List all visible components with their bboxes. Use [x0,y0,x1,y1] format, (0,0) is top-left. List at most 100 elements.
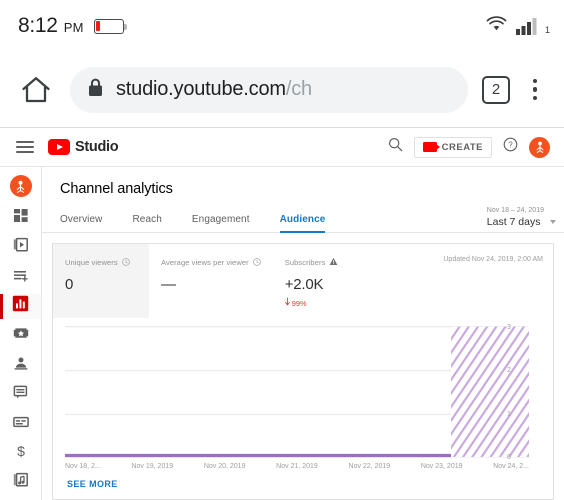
sidebar-item-editor[interactable] [0,324,41,348]
metrics-row: Unique viewers 0 Average views per viewe… [53,244,553,318]
youtube-studio-app: Studio CREATE ? $ Channel analytics Over… [0,128,564,500]
x-tick: Nov 23, 2019 [420,463,463,470]
x-axis-labels: Nov 18, 2... Nov 19, 2019 Nov 20, 2019 N… [53,461,553,470]
playlist-add-icon [13,267,29,288]
date-range-dates: Nov 18 – 24, 2019 [486,207,544,214]
analytics-tabs: Overview Reach Engagement Audience [60,208,340,233]
y-tick: 3 [507,324,511,331]
sidebar-item-playlists[interactable] [0,265,41,289]
video-camera-icon [422,142,441,152]
signal-sub-label: 1 [544,24,550,35]
metric-header: Unique viewers [65,253,137,271]
help-circle-icon[interactable]: ? [503,137,518,157]
metric-value: — [161,276,176,293]
create-button[interactable]: CREATE [413,136,492,158]
svg-text:$: $ [17,443,25,459]
x-tick: Nov 24, 2... [493,463,529,470]
studio-header: Studio CREATE ? [0,128,564,167]
sidebar-item-comments[interactable] [0,382,41,406]
x-tick: Nov 20, 2019 [203,463,246,470]
home-icon[interactable] [16,70,56,110]
sidebar-item-dashboard[interactable] [0,206,41,230]
x-tick: Nov 19, 2019 [131,463,174,470]
app-body: $ Channel analytics Overview Reach Engag… [0,167,564,500]
kebab-menu-icon[interactable] [520,78,550,101]
sidebar-item-monetization[interactable]: $ [0,441,41,465]
header-actions: CREATE ? [388,136,554,158]
signal-bars-icon: 1 [515,17,550,35]
y-tick: 2 [507,367,511,375]
analytics-card: Unique viewers 0 Average views per viewe… [52,243,554,500]
x-tick: Nov 21, 2019 [276,463,318,470]
updated-timestamp: Updated Nov 24, 2019, 2:00 AM [443,256,543,263]
dashboard-grid-icon [13,208,29,229]
dollar-sign-icon: $ [13,443,29,464]
status-ampm: PM [63,20,84,35]
sidebar-item-analytics[interactable] [0,294,41,320]
account-avatar [9,175,32,198]
tab-engagement[interactable]: Engagement [192,208,264,232]
battery-low-icon [93,18,127,34]
account-avatar[interactable] [529,136,550,158]
create-button-label: CREATE [441,141,483,153]
film-star-icon [13,325,29,346]
status-time: 8:12 [18,14,58,37]
analytics-tabs-row: Overview Reach Engagement Audience Nov 1… [42,207,564,233]
sidebar-item-audience[interactable] [0,353,41,377]
date-range-preset: Last 7 days [486,216,541,228]
music-note-icon [13,472,29,493]
metric-delta-value: 99% [291,298,307,308]
metric-value: 0 [65,276,74,293]
clock-info-icon[interactable] [252,253,261,271]
analytics-card-wrap: Unique viewers 0 Average views per viewe… [42,233,564,500]
page-title: Channel analytics [60,181,173,197]
arrow-down-icon [284,297,290,308]
x-tick: Nov 18, 2... [65,463,101,470]
metrics-spacer [369,244,444,318]
chart-area: 3 2 1 0 [53,318,553,461]
sidebar-item-videos[interactable] [0,236,41,260]
studio-logo-text: Studio [75,139,119,155]
video-library-icon [13,237,29,258]
chart-svg [65,326,529,458]
metric-average-views-per-viewer[interactable]: Average views per viewer — [149,244,273,318]
bar-chart-icon [12,295,29,317]
svg-text:?: ? [508,141,513,150]
metric-unique-viewers[interactable]: Unique viewers 0 [53,244,149,318]
metric-label: Unique viewers [65,257,118,267]
search-icon[interactable] [388,137,403,157]
x-tick: Nov 22, 2019 [348,463,391,470]
y-axis-labels: 3 2 1 0 [507,324,527,461]
metric-delta: 99% [284,297,357,308]
sidebar-item-audio-library[interactable] [0,471,41,495]
metric-subscribers[interactable]: Subscribers +2.0K 99% [273,244,369,318]
tab-reach[interactable]: Reach [132,208,175,232]
wifi-icon [486,15,507,37]
lock-icon [88,78,103,102]
sidebar-rail: $ [0,167,42,500]
date-range-selector[interactable]: Nov 18 – 24, 2019 Last 7 days [487,207,556,232]
tab-audience[interactable]: Audience [279,208,340,233]
metric-value: +2.0K [284,276,324,293]
address-bar[interactable]: studio.youtube.com/ch [70,66,468,113]
hamburger-menu-icon[interactable] [10,132,40,162]
status-bar-right: 1 [486,15,550,37]
youtube-play-icon [48,139,70,155]
clock-info-icon[interactable] [121,253,130,271]
metric-label: Average views per viewer [161,257,249,267]
subtitles-cc-icon [12,414,29,435]
url-text: studio.youtube.com/ch [116,78,312,100]
chevron-down-icon[interactable] [550,220,556,224]
sidebar-item-subtitles[interactable] [0,412,41,436]
chart-plot: 3 2 1 0 [65,324,529,461]
studio-logo[interactable]: Studio [48,139,119,155]
comment-bubble-icon [13,384,29,405]
warning-triangle-icon[interactable] [329,253,338,271]
person-icon [13,355,29,376]
sidebar-item-channel-avatar[interactable] [0,173,41,199]
tab-overview[interactable]: Overview [60,208,116,232]
tab-switcher-button[interactable]: 2 [482,75,510,104]
see-more-link[interactable]: SEE MORE [53,470,553,499]
y-tick: 0 [507,453,511,461]
y-tick: 1 [507,410,511,418]
